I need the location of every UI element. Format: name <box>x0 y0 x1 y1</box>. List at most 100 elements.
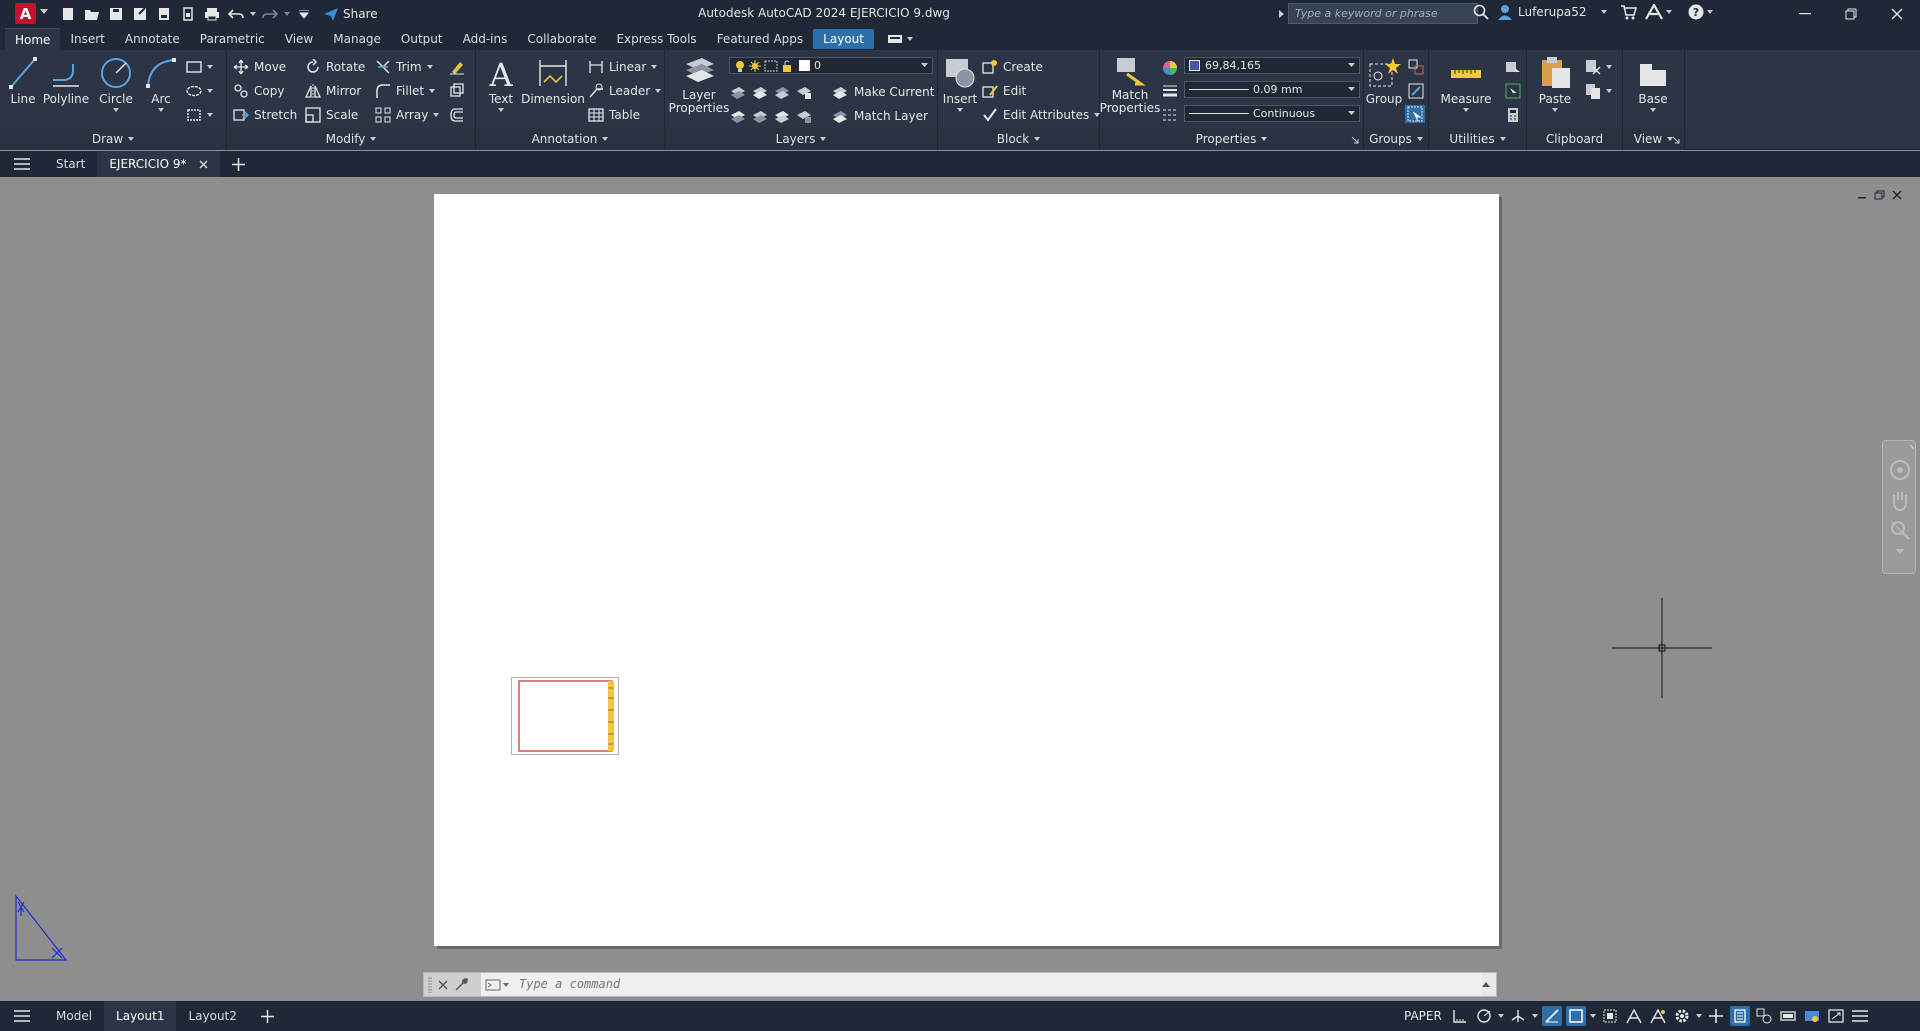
scale-button[interactable]: Scale <box>305 106 358 124</box>
tab-home[interactable]: Home <box>5 28 61 50</box>
annotation-panel-title[interactable]: Annotation <box>476 128 664 150</box>
layout-paper-sheet[interactable] <box>434 194 1499 946</box>
make-current-button[interactable]: Make Current <box>831 83 935 101</box>
help-icon[interactable]: ? <box>1688 4 1713 20</box>
color-wheel-icon[interactable] <box>1162 60 1178 76</box>
tab-add-ins[interactable]: Add-ins <box>453 28 518 50</box>
osnap-caret-icon[interactable] <box>1589 1014 1596 1018</box>
tab-parametric[interactable]: Parametric <box>190 28 275 50</box>
arc-caret-icon[interactable] <box>158 108 164 112</box>
properties-panel-title[interactable]: Properties <box>1100 128 1363 150</box>
selection-cycling-icon[interactable] <box>1600 1006 1620 1026</box>
drawing-restore-icon[interactable] <box>1874 190 1886 200</box>
clipboard-panel-title[interactable]: Clipboard <box>1527 128 1622 150</box>
tab-layout1[interactable]: Layout1 <box>104 1001 177 1031</box>
user-account[interactable]: Luferupa52 <box>1497 4 1586 20</box>
pan-hand-icon[interactable] <box>1890 489 1910 511</box>
group-edit-icon[interactable] <box>1408 82 1424 100</box>
paste-button[interactable]: Paste <box>1535 56 1575 112</box>
cart-icon[interactable] <box>1620 4 1637 20</box>
layer-properties-button[interactable]: Layer Properties <box>669 56 729 115</box>
copy-clip-icon[interactable] <box>1585 82 1612 100</box>
isolate-objects-icon[interactable] <box>1802 1006 1822 1026</box>
tab-document[interactable]: EJERCICIO 9* <box>97 151 220 177</box>
mirror-button[interactable]: Mirror <box>305 82 361 100</box>
layers-panel-title[interactable]: Layers <box>665 128 937 150</box>
user-menu-caret-icon[interactable] <box>1601 10 1607 14</box>
edit-attributes-button[interactable]: Edit Attributes <box>982 106 1101 124</box>
block-panel-title[interactable]: Block <box>938 128 1099 150</box>
drawing-area[interactable] <box>0 178 1920 996</box>
line-button[interactable]: Line <box>6 56 40 106</box>
fillet-button[interactable]: Fillet <box>375 82 436 100</box>
select-all-icon[interactable] <box>1505 82 1521 100</box>
edit-block-button[interactable]: Edit <box>982 82 1026 100</box>
command-line-customize-icon[interactable] <box>454 977 468 992</box>
isometric-drafting-icon[interactable] <box>1508 1006 1528 1026</box>
command-line-close-icon[interactable] <box>438 980 448 990</box>
layer-off-icon[interactable] <box>773 85 791 99</box>
properties-dialog-launcher-icon[interactable] <box>1351 136 1359 144</box>
hardware-acceleration-icon[interactable] <box>1778 1006 1798 1026</box>
ungroup-icon[interactable] <box>1408 58 1424 76</box>
layer-thaw-all-icon[interactable] <box>751 109 769 123</box>
layout-tabs-menu-icon[interactable] <box>0 1001 44 1031</box>
insert-block-button[interactable]: Insert <box>942 56 978 112</box>
tab-annotate[interactable]: Annotate <box>115 28 190 50</box>
customization-menu-icon[interactable] <box>1850 1006 1870 1026</box>
layer-on-all-icon[interactable] <box>773 109 791 123</box>
layer-lock-icon[interactable] <box>795 85 813 99</box>
minimize-window-icon[interactable] <box>1782 0 1828 27</box>
leader-button[interactable]: Leader <box>588 82 662 100</box>
search-icon[interactable] <box>1473 4 1489 20</box>
object-snap-icon[interactable] <box>1565 1006 1586 1026</box>
help-search-input[interactable]: Type a keyword or phrase <box>1288 3 1478 24</box>
lineweight-dropdown[interactable]: 0.09 mm <box>1184 81 1360 98</box>
object-snap-tracking-icon[interactable] <box>1541 1006 1562 1026</box>
layer-unisolate-icon[interactable] <box>729 109 747 123</box>
zoom-caret-icon[interactable] <box>1896 549 1904 554</box>
arc-button[interactable]: Arc <box>142 56 180 112</box>
snap-grid-icon[interactable] <box>1450 1006 1470 1026</box>
array-button[interactable]: Array <box>375 106 440 124</box>
circle-caret-icon[interactable] <box>113 108 119 112</box>
tab-view[interactable]: View <box>275 28 323 50</box>
tab-layout2[interactable]: Layout2 <box>176 1001 248 1031</box>
tab-model[interactable]: Model <box>44 1001 104 1031</box>
layout-viewport[interactable] <box>511 677 619 755</box>
utilities-panel-title[interactable]: Utilities <box>1429 128 1526 150</box>
rectangle-button[interactable] <box>186 58 213 76</box>
tab-insert[interactable]: Insert <box>60 28 114 50</box>
tab-output[interactable]: Output <box>391 28 453 50</box>
match-properties-button[interactable]: Match Properties <box>1100 56 1160 115</box>
draw-panel-title[interactable]: Draw <box>0 128 226 150</box>
polyline-button[interactable]: Polyline <box>43 56 89 106</box>
isometric-caret-icon[interactable] <box>1531 1014 1538 1018</box>
create-block-button[interactable]: Create <box>982 58 1043 76</box>
layer-unlock-all-icon[interactable] <box>795 109 813 123</box>
explode-button[interactable] <box>449 82 465 100</box>
tab-collaborate[interactable]: Collaborate <box>517 28 606 50</box>
text-button[interactable]: A Text <box>484 56 518 112</box>
annotation-visibility-icon[interactable] <box>1624 1006 1644 1026</box>
group-selection-toggle-icon[interactable] <box>1405 105 1425 123</box>
command-input[interactable]: Type a command <box>513 973 1482 996</box>
tab-featured-apps[interactable]: Featured Apps <box>707 28 813 50</box>
stretch-button[interactable]: Stretch <box>233 106 297 124</box>
close-tab-icon[interactable] <box>199 160 208 169</box>
layer-dropdown[interactable]: 0 <box>729 57 933 74</box>
units-icon[interactable] <box>1729 1006 1750 1026</box>
modify-panel-title[interactable]: Modify <box>227 128 475 150</box>
groups-panel-title[interactable]: Groups <box>1364 128 1428 150</box>
drawing-close-icon[interactable] <box>1892 190 1902 200</box>
ellipse-button[interactable] <box>186 82 213 100</box>
hatch-button[interactable] <box>186 106 213 124</box>
workspace-caret-icon[interactable] <box>1695 1014 1702 1018</box>
workspace-gear-icon[interactable] <box>1672 1006 1692 1026</box>
polar-caret-icon[interactable] <box>1497 1014 1504 1018</box>
tab-express-tools[interactable]: Express Tools <box>606 28 706 50</box>
base-view-button[interactable]: Base <box>1631 56 1675 112</box>
tab-layout[interactable]: Layout <box>813 29 874 49</box>
zoom-extents-icon[interactable] <box>1889 519 1911 541</box>
cut-icon[interactable] <box>1585 58 1612 76</box>
